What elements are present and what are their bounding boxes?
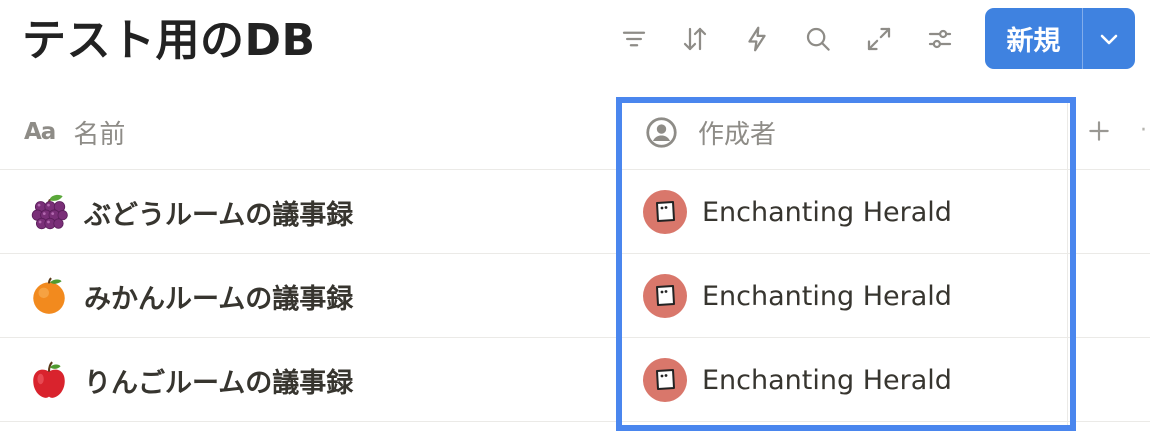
avatar <box>643 190 687 234</box>
grapes-icon <box>31 194 68 230</box>
new-dropdown-button[interactable] <box>1083 8 1135 69</box>
more-dots-icon[interactable]: · <box>1140 118 1147 143</box>
author-cell[interactable]: Enchanting Herald <box>643 254 952 338</box>
column-header-label: 作成者 <box>698 119 777 150</box>
row-title[interactable]: ぶどうルームの議事録 <box>28 170 353 254</box>
apple-icon <box>33 361 65 398</box>
new-button[interactable]: 新規 <box>985 8 1083 69</box>
author-name: Enchanting Herald <box>702 364 952 396</box>
column-header-author[interactable]: 作成者 <box>645 110 776 154</box>
search-icon[interactable] <box>801 20 835 58</box>
row-title-label: ぶどうルームの議事録 <box>84 199 354 231</box>
plus-icon[interactable] <box>1082 113 1116 149</box>
row-title[interactable]: みかんルームの議事録 <box>28 254 353 338</box>
expand-icon[interactable] <box>862 20 896 58</box>
automation-icon[interactable] <box>740 20 774 58</box>
table-row: りんごルームの議事録 Enchanting Herald <box>0 338 1150 422</box>
table-row: ぶどうルームの議事録 Enchanting Herald <box>0 170 1150 254</box>
author-name: Enchanting Herald <box>702 196 952 228</box>
settings-icon[interactable] <box>923 20 957 58</box>
page-title: テスト用のDB <box>22 15 316 66</box>
orange-icon <box>33 277 65 314</box>
row-title[interactable]: りんごルームの議事録 <box>28 338 353 422</box>
sort-icon[interactable] <box>678 20 712 58</box>
chevron-down-icon <box>1100 34 1118 44</box>
author-cell[interactable]: Enchanting Herald <box>643 338 952 422</box>
author-cell[interactable]: Enchanting Herald <box>643 170 952 254</box>
new-button-group: 新規 <box>985 8 1135 69</box>
avatar <box>643 358 687 402</box>
person-icon <box>645 116 698 149</box>
author-name: Enchanting Herald <box>702 280 952 312</box>
column-header-name[interactable]: Aa 名前 <box>24 110 125 154</box>
title-aa-icon: Aa <box>24 119 56 145</box>
row-title-label: りんごルームの議事録 <box>84 367 354 399</box>
column-header-label: 名前 <box>73 119 126 150</box>
filter-icon[interactable] <box>617 20 651 58</box>
avatar <box>643 274 687 318</box>
table-row: みかんルームの議事録 Enchanting Herald <box>0 254 1150 338</box>
row-title-label: みかんルームの議事録 <box>84 283 354 315</box>
